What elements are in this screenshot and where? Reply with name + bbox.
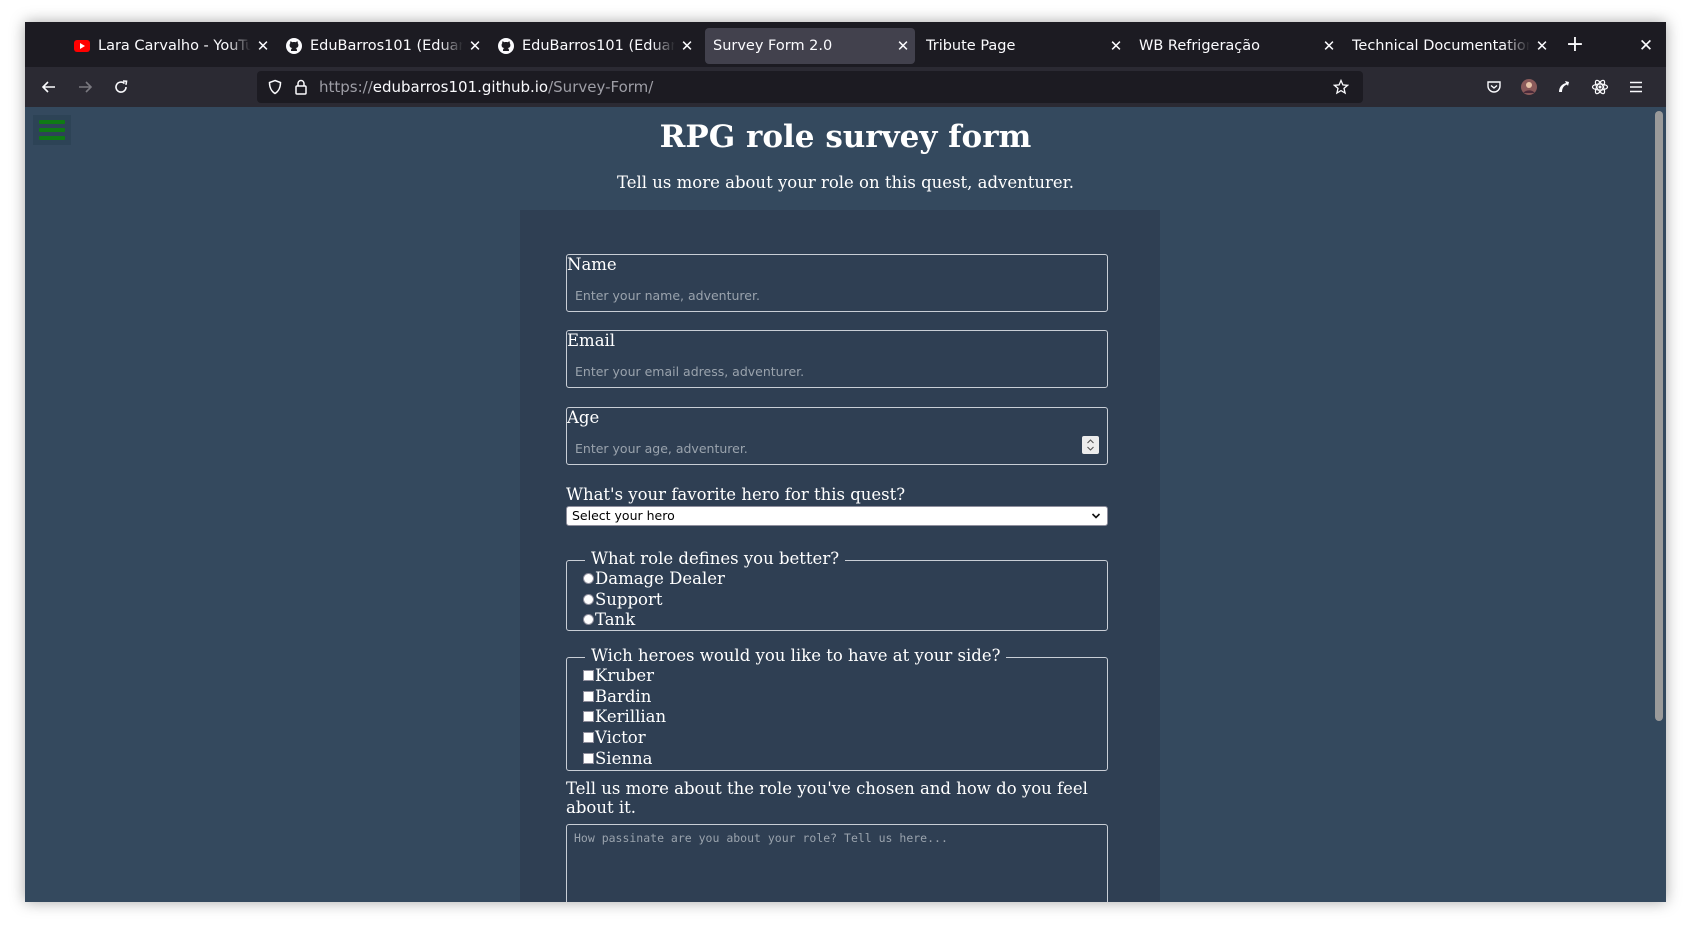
url-host: edubarros101.github.io [372,78,549,96]
survey-form: Name Email Age What's your favorite hero… [520,210,1160,902]
comments-label-line2: about it. [566,798,636,817]
bookmark-star-icon[interactable] [1332,78,1350,96]
heroes-checkbox-group: Wich heroes would you like to have at yo… [566,646,1108,771]
role-option-tank[interactable]: Tank [583,609,635,629]
app-menu-icon[interactable] [1626,77,1646,97]
hero-select-value: Select your hero [572,508,675,523]
hero-option-victor[interactable]: Victor [583,727,646,747]
close-icon[interactable]: ✕ [891,37,915,55]
tab-tribute-page[interactable]: Tribute Page ✕ [918,28,1128,64]
age-label: Age [567,408,600,427]
name-input[interactable] [575,285,1075,305]
tab-technical-documentation[interactable]: Technical Documentation P ✕ [1344,28,1554,64]
reload-icon[interactable] [107,73,135,101]
hero-option-bardin[interactable]: Bardin [583,686,651,706]
github-icon [285,37,303,55]
tab-title: EduBarros101 (Eduardo [522,38,675,54]
checkbox[interactable] [583,752,594,764]
checkbox[interactable] [583,710,594,722]
youtube-icon [73,37,91,55]
browser-window: Lara Carvalho - YouTube ✕ EduBarros101 (… [25,22,1666,902]
checkbox[interactable] [583,690,594,702]
chevron-down-icon [1091,509,1101,527]
shield-icon[interactable] [266,78,284,96]
extension-icon[interactable] [1554,77,1574,97]
hero-option-label: Sienna [595,748,653,768]
heroes-group-legend: Wich heroes would you like to have at yo… [585,646,1007,665]
react-devtools-icon[interactable] [1590,77,1610,97]
role-option-damage-dealer[interactable]: Damage Dealer [583,568,725,588]
close-icon[interactable]: ✕ [1530,37,1554,55]
forward-icon[interactable] [71,73,99,101]
email-input[interactable] [575,361,1075,381]
tab-title: Lara Carvalho - YouTube [98,38,251,54]
age-input[interactable] [575,438,1075,458]
role-option-label: Support [595,589,663,609]
close-icon[interactable]: ✕ [1104,37,1128,55]
age-field: Age [566,407,1108,465]
checkbox[interactable] [583,669,594,681]
page-scrollbar[interactable] [1652,107,1666,902]
hero-option-label: Bardin [595,686,652,706]
page-title: RPG role survey form [659,119,1032,155]
pocket-icon[interactable] [1484,77,1504,97]
url-bar[interactable]: https://edubarros101.github.io/Survey-Fo… [257,71,1363,103]
email-label: Email [567,331,616,350]
radio-button[interactable] [583,593,594,605]
comments-textarea[interactable] [574,831,1094,902]
checkbox[interactable] [583,731,594,743]
github-icon [497,37,515,55]
radio-button[interactable] [583,613,594,625]
role-option-label: Tank [595,609,636,629]
hero-option-sienna[interactable]: Sienna [583,748,652,768]
window-close-icon[interactable]: ✕ [1634,34,1658,58]
radio-button[interactable] [583,572,594,584]
scrollbar-thumb[interactable] [1655,111,1663,721]
name-field: Name [566,254,1108,312]
name-label: Name [567,255,617,274]
tab-github-2[interactable]: EduBarros101 (Eduardo ✕ [489,28,699,64]
close-icon[interactable]: ✕ [251,37,275,55]
tab-title: WB Refrigeração [1139,38,1261,54]
close-icon[interactable]: ✕ [463,37,487,55]
lock-icon[interactable] [292,78,310,96]
tab-title: Tribute Page [926,38,1016,54]
email-field: Email [566,330,1108,388]
new-tab-icon[interactable]: + [1563,34,1587,58]
url-text[interactable]: https://edubarros101.github.io/Survey-Fo… [319,78,653,96]
role-option-support[interactable]: Support [583,589,663,609]
hero-option-label: Kerillian [595,706,667,726]
page-viewport: RPG role survey form Tell us more about … [25,107,1666,902]
age-stepper[interactable] [1082,436,1099,454]
url-path: /Survey-Form/ [548,78,654,96]
comments-field [566,824,1108,902]
role-group-legend: What role defines you better? [585,549,846,568]
hero-option-kruber[interactable]: Kruber [583,665,654,685]
account-avatar-icon[interactable] [1519,77,1539,97]
hero-select[interactable]: Select your hero [566,506,1108,526]
page-subtitle: Tell us more about your role on this que… [617,173,1074,192]
comments-label-line1: Tell us more about the role you've chose… [566,779,1088,798]
tab-wb-refrigeracao[interactable]: WB Refrigeração ✕ [1131,28,1341,64]
tab-title: EduBarros101 (Eduardo [310,38,463,54]
hero-select-label: What's your favorite hero for this quest… [566,485,906,504]
tab-survey-form[interactable]: Survey Form 2.0 ✕ [705,28,915,64]
role-option-label: Damage Dealer [595,568,725,588]
role-radio-group: What role defines you better? Damage Dea… [566,549,1108,631]
close-icon[interactable]: ✕ [1317,37,1341,55]
back-icon[interactable] [35,73,63,101]
tab-github-1[interactable]: EduBarros101 (Eduardo ✕ [277,28,487,64]
tab-title: Survey Form 2.0 [713,38,833,54]
close-icon[interactable]: ✕ [675,37,699,55]
hero-option-label: Victor [595,727,646,747]
tab-title: Technical Documentation P [1352,38,1530,54]
tab-strip: Lara Carvalho - YouTube ✕ EduBarros101 (… [25,22,1666,67]
navigation-bar: https://edubarros101.github.io/Survey-Fo… [25,67,1666,107]
tab-youtube[interactable]: Lara Carvalho - YouTube ✕ [65,28,275,64]
hero-option-kerillian[interactable]: Kerillian [583,706,666,726]
url-scheme: https:// [319,78,373,96]
hero-option-label: Kruber [595,665,655,685]
